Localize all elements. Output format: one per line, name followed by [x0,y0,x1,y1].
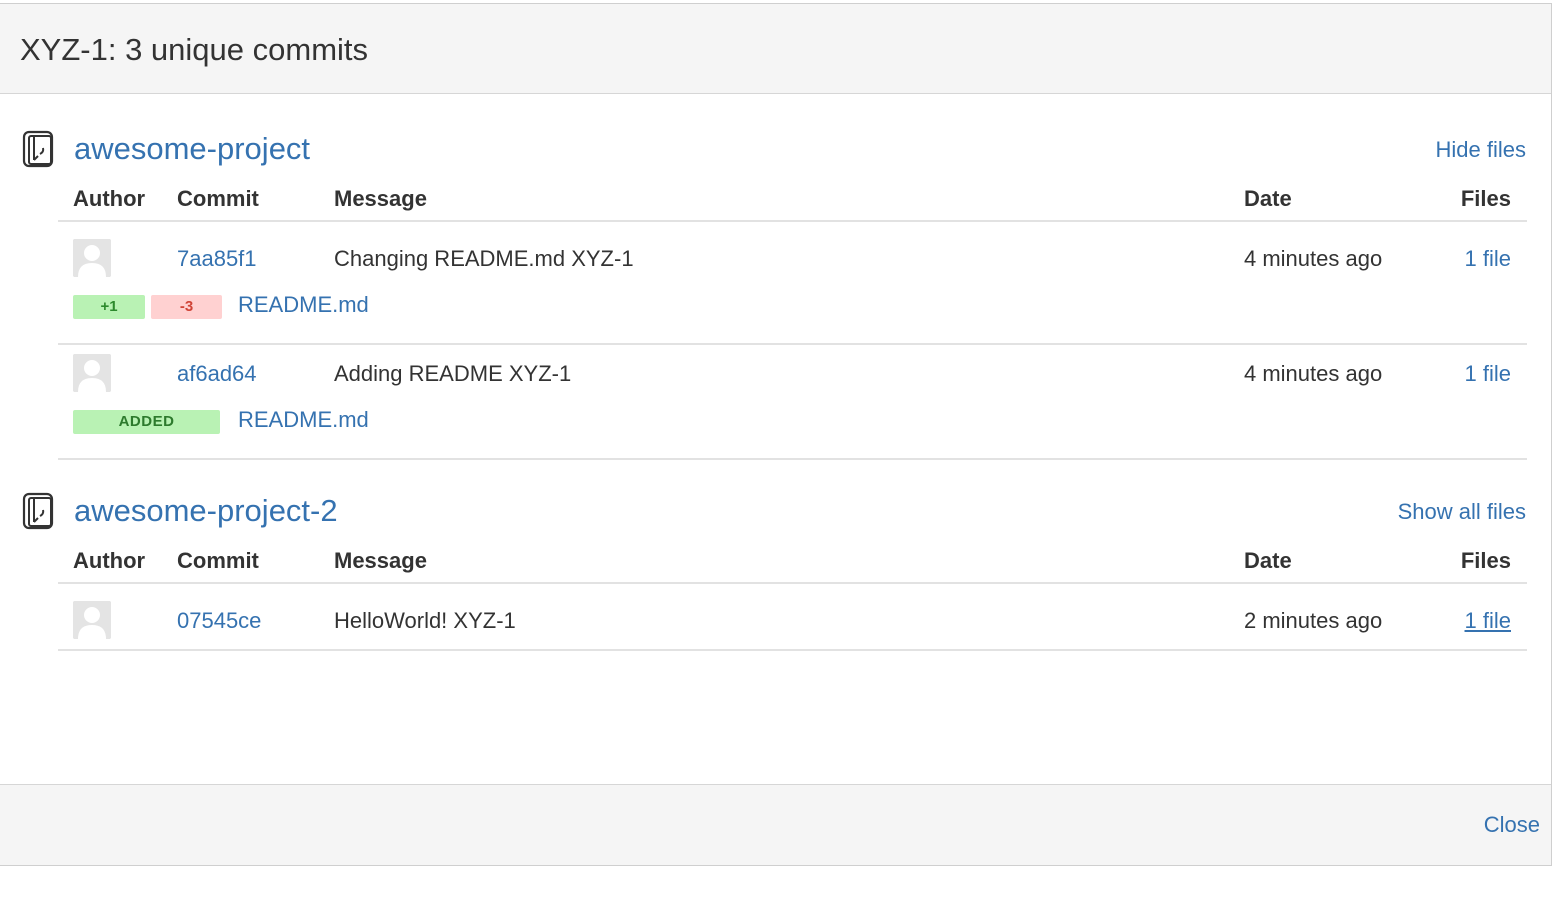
file-change-row: ADDED README.md [58,402,1527,460]
column-commit: Commit [177,186,259,211]
column-message: Message [334,548,427,573]
commit-hash-link[interactable]: af6ad64 [177,361,257,387]
additions-badge: +1 [73,295,145,319]
column-commit: Commit [177,548,259,573]
repository-icon [22,130,54,168]
commits-table-header: Author Commit Message Date Files [58,180,1527,222]
commit-row: 7aa85f1 Changing README.md XYZ-1 4 minut… [58,228,1527,287]
commit-message: Adding README XYZ-1 [334,361,572,386]
commit-date: 2 minutes ago [1244,608,1383,633]
repo-name-link[interactable]: awesome-project-2 [74,492,338,530]
commits-table-header: Author Commit Message Date Files [58,542,1527,584]
commit-date: 4 minutes ago [1244,361,1383,386]
default-avatar-icon [73,239,111,277]
file-name-link[interactable]: README.md [238,407,369,433]
commit-message: HelloWorld! XYZ-1 [334,608,516,633]
commit-hash-link[interactable]: 07545ce [177,608,261,634]
commit-hash-link[interactable]: 7aa85f1 [177,246,257,272]
default-avatar-icon [73,354,111,392]
added-status-badge: ADDED [73,410,220,434]
commit-message: Changing README.md XYZ-1 [334,246,634,271]
commit-row: af6ad64 Adding README XYZ-1 4 minutes ag… [58,343,1527,402]
column-date: Date [1244,548,1292,573]
hide-files-link[interactable]: Hide files [1436,137,1526,163]
commit-row: 07545ce HelloWorld! XYZ-1 2 minutes ago … [58,590,1527,651]
file-name-link[interactable]: README.md [238,292,369,318]
commit-date: 4 minutes ago [1244,246,1383,271]
deletions-badge: -3 [151,295,222,319]
commit-files-link[interactable]: 1 file [1465,361,1511,387]
commits-dialog: XYZ-1: 3 unique commits awesome-project … [0,3,1552,866]
column-date: Date [1244,186,1292,211]
dialog-footer: Close [0,784,1551,865]
repo-name-link[interactable]: awesome-project [74,130,310,168]
commit-files-link[interactable]: 1 file [1465,246,1511,272]
close-button[interactable]: Close [1484,812,1540,838]
column-message: Message [334,186,427,211]
show-all-files-link[interactable]: Show all files [1398,499,1526,525]
column-author: Author [73,186,146,211]
column-files: Files [1460,186,1511,211]
commit-files-link[interactable]: 1 file [1465,608,1511,634]
file-change-row: +1 -3 README.md [58,287,1527,345]
column-author: Author [73,548,146,573]
default-avatar-icon [73,601,111,639]
dialog-header: XYZ-1: 3 unique commits [0,4,1551,94]
column-files: Files [1460,548,1511,573]
repository-icon [22,492,54,530]
dialog-title: XYZ-1: 3 unique commits [20,32,369,67]
